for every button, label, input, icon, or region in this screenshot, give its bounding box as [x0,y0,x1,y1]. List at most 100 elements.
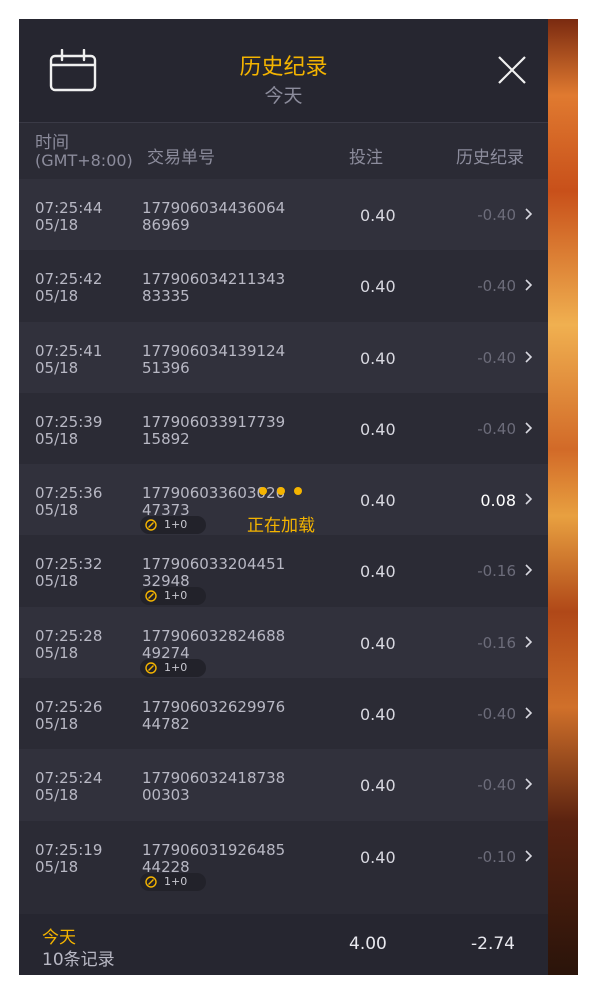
chevron-right-icon[interactable] [524,421,533,435]
bonus-badge: 1+0 [140,516,206,535]
row-time: 07:25:28 05/18 [35,626,103,662]
background-game-art [548,19,578,975]
total-result: -2.74 [471,934,515,954]
row-order-id: 17790603320445132948 [142,555,286,591]
page-title: 历史纪录 [239,55,328,80]
row-order-id: 17790603282468849274 [142,626,286,662]
row-result: -0.40 [477,348,516,367]
history-row[interactable]: 07:25:44 05/18 17790603443606486969 0.40 -0.… [19,179,548,251]
row-date: 05/18 [35,715,79,734]
row-order-id: 17790603262997644782 [142,698,286,734]
loading-dot [259,487,267,495]
bonus-coin-icon [145,590,157,603]
close-icon[interactable] [497,55,527,85]
row-result: -0.16 [477,562,516,581]
row-time: 07:25:32 05/18 [35,555,103,591]
history-row[interactable]: 07:25:42 05/18 17790603421134383335 0.40 -0.… [19,250,548,322]
row-order-id: 17790603443606486969 [142,199,286,234]
row-result: -0.40 [477,705,516,724]
row-date: 05/18 [35,358,79,377]
row-bet: 0.40 [360,633,396,653]
loading-indicator: 正在加载 [247,487,327,536]
loading-dot [294,487,302,495]
chevron-right-icon[interactable] [524,635,533,649]
row-date: 05/18 [35,287,79,306]
loading-dot [277,487,285,495]
timezone-label: (GMT+8:00) [35,151,133,170]
row-time: 07:25:42 05/18 [35,270,103,306]
row-time: 07:25:24 05/18 [35,769,103,805]
row-date: 05/18 [35,786,79,805]
row-time: 07:25:39 05/18 [35,412,103,448]
row-time: 07:25:19 05/18 [35,840,103,876]
bonus-badge: 1+0 [140,658,206,677]
column-header-order: 交易单号 [147,148,215,168]
row-time: 07:25:36 05/18 [35,484,103,520]
history-row[interactable]: 07:25:26 05/18 17790603262997644782 0.40 -0.… [19,678,548,750]
history-row[interactable]: 07:25:19 05/18 17790603192648544228 1+0 0.40… [19,820,548,892]
row-date: 05/18 [35,429,79,448]
total-bet: 4.00 [349,934,387,954]
row-result: 0.08 [480,491,516,511]
history-panel: 历史纪录 今天 时间 (GMT+8:00) 交易单号 投注 历史纪录 07:25… [19,19,548,975]
row-date: 05/18 [35,572,79,591]
bonus-badge: 1+0 [140,587,206,606]
row-bet: 0.40 [360,491,396,511]
record-count: 10条记录 [42,950,115,970]
row-order-id: 17790603192648544228 [142,840,286,876]
row-time: 07:25:41 05/18 [35,341,103,377]
chevron-right-icon[interactable] [524,278,533,292]
chevron-right-icon[interactable] [524,849,533,863]
row-result: -0.40 [477,277,516,296]
bonus-coin-icon [145,875,157,888]
row-bet: 0.40 [360,348,396,368]
history-row[interactable]: 07:25:32 05/18 17790603320445132948 1+0 0.40… [19,535,548,607]
loading-text: 正在加载 [247,516,315,536]
history-row[interactable]: 07:25:28 05/18 17790603282468849274 1+0 0.40… [19,606,548,679]
row-bet: 0.40 [360,419,396,439]
history-row[interactable]: 07:25:41 05/18 17790603413912451396 0.40 -0.… [19,321,548,393]
bonus-badge-label: 1+0 [164,589,188,603]
row-result: -0.40 [477,776,516,795]
bonus-badge-label: 1+0 [164,660,188,674]
row-date: 05/18 [35,857,79,876]
row-order-id: 17790603421134383335 [142,270,286,306]
row-order-id: 17790603391773915892 [142,412,286,448]
row-order-id: 17790603241873800303 [142,769,286,805]
summary-footer: 今天 10条记录 4.00 -2.74 [19,914,548,975]
row-bet: 0.40 [360,847,396,867]
row-date: 05/18 [35,501,79,520]
row-result: -0.16 [477,633,516,652]
column-header-bet: 投注 [349,148,383,168]
row-bet: 0.40 [360,776,396,796]
bonus-badge-label: 1+0 [164,518,188,532]
history-row[interactable]: 07:25:24 05/18 17790603241873800303 0.40 -0.… [19,749,548,821]
row-order-id: 17790603413912451396 [142,341,286,377]
row-result: -0.10 [477,847,516,866]
row-bet: 0.40 [360,705,396,725]
column-header-history: 历史纪录 [456,148,524,168]
bonus-coin-icon [145,662,157,674]
row-date: 05/18 [35,216,79,234]
row-result: -0.40 [477,206,516,224]
row-time: 07:25:44 05/18 [35,199,103,234]
chevron-right-icon[interactable] [524,492,533,506]
bonus-badge: 1+0 [140,872,206,891]
row-date: 05/18 [35,643,79,662]
column-header-time: 时间 (GMT+8:00) [35,133,133,170]
date-filter-label: 今天 [264,85,303,107]
row-bet: 0.40 [360,562,396,582]
row-bet: 0.40 [360,206,396,225]
chevron-right-icon[interactable] [524,563,533,577]
panel-header: 历史纪录 今天 [19,19,548,123]
row-result: -0.40 [477,419,516,438]
chevron-right-icon[interactable] [524,350,533,364]
bonus-badge-label: 1+0 [164,874,188,888]
row-time: 07:25:26 05/18 [35,698,103,734]
row-bet: 0.40 [360,277,396,297]
chevron-right-icon[interactable] [524,706,533,720]
history-row[interactable]: 07:25:39 05/18 17790603391773915892 0.40 -0.… [19,392,548,465]
chevron-right-icon[interactable] [524,207,533,221]
chevron-right-icon[interactable] [524,777,533,791]
table-header: 时间 (GMT+8:00) 交易单号 投注 历史纪录 [19,123,548,179]
